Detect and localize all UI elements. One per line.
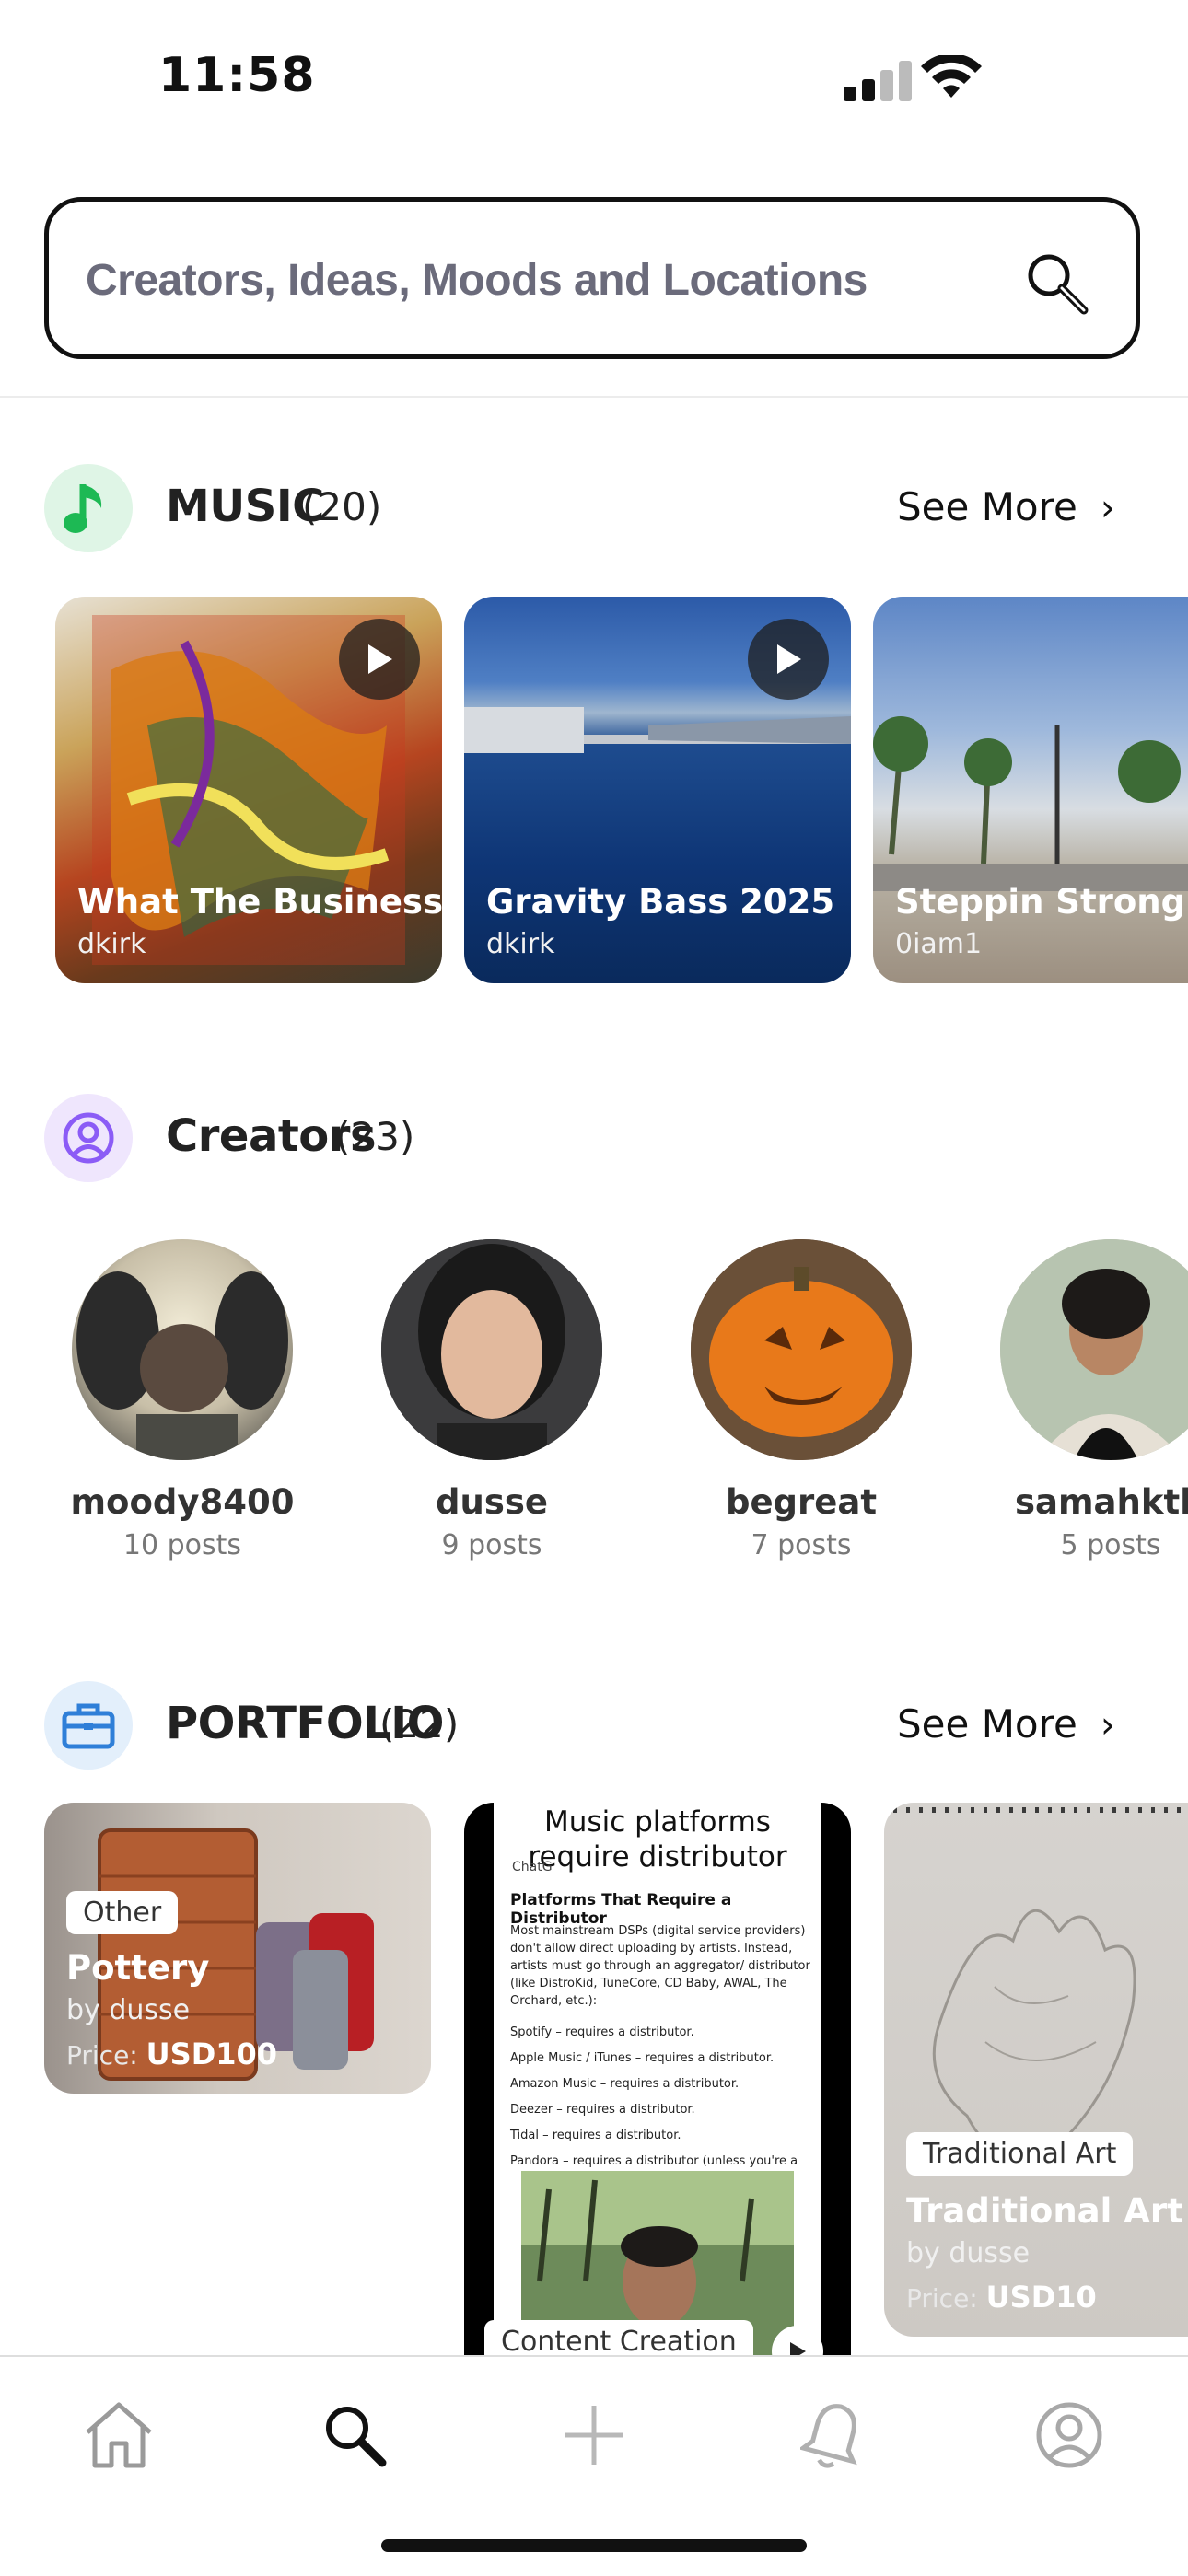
portfolio-author: by dusse: [906, 2237, 1031, 2269]
doc-body: Most mainstream DSPs (digital service pr…: [510, 1924, 810, 2008]
search-icon[interactable]: [1023, 249, 1089, 316]
portfolio-section-icon: [44, 1681, 133, 1770]
portfolio-price: Price: USD10: [906, 2280, 1097, 2315]
music-section-icon: [44, 464, 133, 552]
play-icon: [790, 2342, 806, 2355]
avatar: [381, 1239, 602, 1460]
tab-create[interactable]: [553, 2394, 635, 2477]
portfolio-card[interactable]: Traditional Art Traditional Art by dusse…: [884, 1803, 1188, 2337]
avatar: [691, 1239, 912, 1460]
creator-post-count: 9 posts: [441, 1529, 542, 1561]
plus-icon: [565, 2406, 623, 2465]
music-see-more-button[interactable]: See More ›: [897, 484, 1115, 529]
music-card-title: Gravity Bass 2025: [486, 882, 835, 922]
creator-name: begreat: [725, 1482, 878, 1522]
doc-list-item: Apple Music / iTunes – requires a distri…: [510, 2051, 775, 2065]
search-bar[interactable]: Creators, Ideas, Moods and Locations: [44, 197, 1140, 359]
creator-name: moody8400: [70, 1482, 295, 1522]
tab-profile[interactable]: [1028, 2394, 1111, 2477]
play-icon: [368, 644, 392, 674]
home-indicator: [381, 2539, 807, 2552]
portfolio-card[interactable]: Music platforms require distributor Chat…: [464, 1803, 851, 2355]
creator-item[interactable]: begreat 7 posts: [645, 1239, 958, 1561]
music-card-title: Steppin Strong: [895, 882, 1186, 922]
creator-post-count: 5 posts: [1060, 1529, 1161, 1561]
chevron-right-icon: ›: [1100, 1704, 1115, 1746]
doc-list-item: Spotify – requires a distributor.: [510, 2025, 694, 2039]
price-value: USD10: [985, 2280, 1097, 2315]
creator-name: samahktha: [1015, 1482, 1188, 1522]
music-card[interactable]: Gravity Bass 2025 dkirk: [464, 597, 851, 983]
price-value: USD100: [146, 2036, 278, 2071]
document-preview: Music platforms require distributor Chat…: [494, 1803, 821, 2355]
user-circle-icon: [63, 1112, 114, 1164]
wifi-icon: [921, 55, 982, 98]
music-section-count: (20): [302, 484, 382, 529]
bell-icon: [800, 2404, 857, 2468]
music-card-author: dkirk: [486, 928, 555, 960]
avatar: [72, 1239, 293, 1460]
see-more-label: See More: [897, 484, 1077, 529]
portfolio-card[interactable]: Other Pottery by dusse Price: USD100: [44, 1803, 431, 2094]
play-button[interactable]: [748, 619, 829, 700]
creator-post-count: 10 posts: [122, 1529, 242, 1561]
category-tag: Other: [66, 1891, 179, 1934]
avatar: [1000, 1239, 1188, 1460]
profile-icon: [1036, 2402, 1102, 2468]
category-tag: Traditional Art: [906, 2132, 1134, 2176]
portfolio-author: by dusse: [66, 1994, 191, 2026]
portfolio-title: Pottery: [66, 1948, 210, 1988]
music-section-title: MUSIC: [166, 481, 324, 532]
tab-notifications[interactable]: [792, 2394, 875, 2477]
price-label: Price:: [906, 2283, 978, 2314]
music-card[interactable]: Steppin Strong 0iam1: [873, 597, 1188, 983]
doc-list-item: Amazon Music – requires a distributor.: [510, 2077, 740, 2091]
harbor-image: [464, 707, 851, 753]
creator-item[interactable]: samahktha 5 posts: [954, 1239, 1188, 1561]
home-icon: [86, 2402, 152, 2468]
search-icon: [326, 2407, 387, 2467]
portfolio-title: Traditional Art: [906, 2191, 1183, 2231]
see-more-label: See More: [897, 1701, 1077, 1746]
tab-search[interactable]: [313, 2394, 396, 2477]
doc-list-item: Tidal – requires a distributor.: [510, 2129, 681, 2142]
doc-list: Spotify – requires a distributor. Apple …: [510, 2020, 814, 2175]
creators-section-icon: [44, 1094, 133, 1182]
portfolio-see-more-button[interactable]: See More ›: [897, 1701, 1115, 1746]
chevron-right-icon: ›: [1100, 487, 1115, 529]
tab-home[interactable]: [77, 2394, 160, 2477]
header-divider: [0, 396, 1188, 398]
play-button[interactable]: [339, 619, 420, 700]
price-label: Price:: [66, 2040, 138, 2071]
creator-post-count: 7 posts: [751, 1529, 852, 1561]
creators-section-count: (23): [335, 1114, 415, 1159]
creator-name: dusse: [436, 1482, 548, 1522]
creator-item[interactable]: dusse 9 posts: [335, 1239, 648, 1561]
category-tag: Content Creation: [484, 2320, 753, 2355]
play-icon: [777, 644, 801, 674]
portfolio-price: Price: USD100: [66, 2036, 277, 2071]
street-image: [873, 716, 1188, 891]
creator-item[interactable]: moody8400 10 posts: [26, 1239, 339, 1561]
music-card-author: dkirk: [77, 928, 146, 960]
doc-header: ChatG: [512, 1860, 553, 1874]
music-card[interactable]: What The Business (P.. dkirk: [55, 597, 442, 983]
portfolio-section-count: (22): [379, 1701, 460, 1746]
briefcase-icon: [62, 1703, 115, 1749]
music-card-title: What The Business (P..: [77, 882, 442, 922]
status-time: 11:58: [158, 48, 316, 103]
doc-list-item: Deezer – requires a distributor.: [510, 2103, 695, 2117]
search-input[interactable]: Creators, Ideas, Moods and Locations: [86, 255, 868, 306]
music-card-author: 0iam1: [895, 928, 983, 960]
music-note-icon: [64, 484, 102, 533]
